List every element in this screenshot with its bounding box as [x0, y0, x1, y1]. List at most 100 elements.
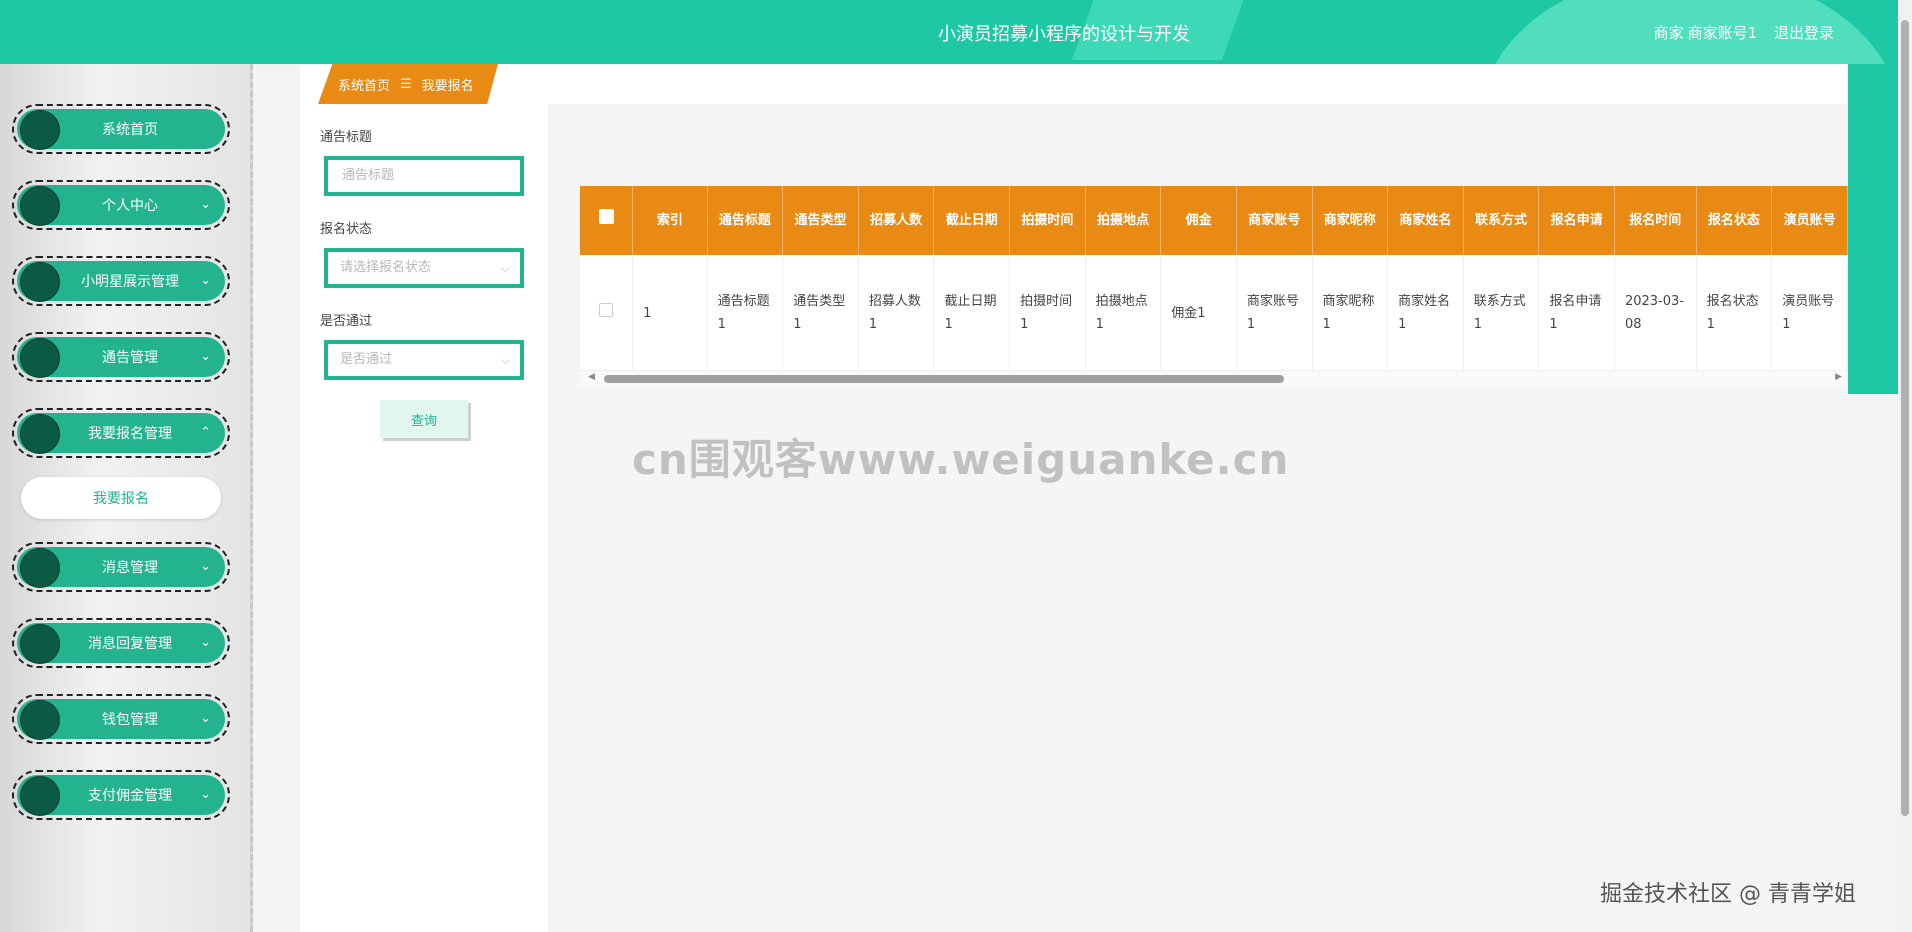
page-scrollbar-thumb[interactable]: [1901, 20, 1909, 816]
chevron-up-icon: ⌃: [200, 425, 211, 440]
sidebar-item[interactable]: 消息回复管理 ⌄: [12, 618, 230, 668]
sidebar-item[interactable]: 通告管理 ⌄: [12, 332, 230, 382]
column-header[interactable]: 商家账号: [1236, 186, 1313, 255]
row-checkbox[interactable]: [599, 302, 614, 317]
menu-circle-icon: [20, 700, 60, 740]
status-filter-select[interactable]: 请选择报名状态 ⌵: [324, 248, 524, 288]
menu-circle-icon: [20, 262, 60, 302]
column-header[interactable]: 联系方式: [1463, 186, 1540, 255]
sidebar-item-label: 我要报名管理: [88, 426, 172, 442]
sidebar-item-body[interactable]: 消息回复管理 ⌄: [17, 623, 225, 664]
logout-link[interactable]: 退出登录: [1774, 24, 1834, 42]
sidebar-item-body[interactable]: 钱包管理 ⌄: [17, 699, 225, 740]
sidebar-item[interactable]: 钱包管理 ⌄: [12, 694, 230, 744]
sidebar-item[interactable]: 支付佣金管理 ⌄: [12, 770, 230, 820]
title-filter-input[interactable]: [340, 167, 514, 184]
chevron-down-icon: ⌄: [200, 559, 211, 574]
table-cell: 联系方式1: [1463, 255, 1540, 372]
breadcrumb: 系统首页 ☰ 我要报名: [318, 64, 498, 104]
app-title: 小演员招募小程序的设计与开发: [938, 24, 1190, 45]
sidebar-item-body[interactable]: 个人中心 ⌄: [17, 185, 225, 226]
sidebar-item[interactable]: 个人中心 ⌄: [12, 180, 230, 230]
column-header[interactable]: 报名时间: [1614, 186, 1697, 255]
select-all-header: [580, 186, 634, 255]
table-cell: 演员账号1: [1771, 255, 1848, 372]
sidebar-item-label: 消息管理: [102, 560, 158, 576]
sidebar-item-label: 小明星展示管理: [81, 274, 179, 290]
breadcrumb-bar: [300, 64, 1848, 104]
row-select-cell: [580, 255, 634, 372]
column-header[interactable]: 截止日期: [933, 186, 1011, 255]
sidebar-item-body[interactable]: 我要报名管理 ⌃: [17, 413, 225, 454]
table-cell: 商家姓名1: [1387, 255, 1464, 372]
sidebar-item-label: 系统首页: [102, 122, 158, 138]
query-button[interactable]: 查询: [380, 400, 468, 438]
user-account: 商家账号1: [1687, 24, 1758, 42]
column-header[interactable]: 佣金: [1160, 186, 1237, 255]
chevron-down-icon: ⌄: [200, 787, 211, 802]
table-cell: 截止日期1: [933, 255, 1011, 372]
menu-circle-icon: [20, 776, 60, 816]
sidebar-item-body[interactable]: 系统首页: [17, 109, 225, 150]
sidebar-item-body[interactable]: 小明星展示管理 ⌄: [17, 261, 225, 302]
table-row[interactable]: 1 通告标题1 通告类型1 招募人数1 截止日期1 拍摄时间1 拍摄地点1 佣金1 商家账号1 商…: [580, 255, 1848, 372]
status-filter-label: 报名状态: [320, 222, 373, 237]
sidebar-item[interactable]: 小明星展示管理 ⌄: [12, 256, 230, 306]
sidebar-item-label: 钱包管理: [102, 712, 158, 728]
sidebar-item-label: 通告管理: [102, 350, 158, 366]
sidebar-item[interactable]: 我要报名管理 ⌃: [12, 408, 230, 458]
menu-circle-icon: [20, 338, 60, 378]
scroll-left-icon[interactable]: ◀: [588, 372, 595, 382]
watermark-center: cn围观客www.weiguanke.cn: [632, 435, 1290, 484]
chevron-down-icon: ⌄: [200, 635, 211, 650]
column-header[interactable]: 报名状态: [1696, 186, 1773, 255]
column-header[interactable]: 商家昵称: [1312, 186, 1389, 255]
table-cell: 2023-03-08: [1614, 255, 1697, 372]
column-header[interactable]: 拍摄地点: [1085, 186, 1162, 255]
select-all-checkbox[interactable]: [598, 209, 614, 224]
column-header[interactable]: 演员账号: [1771, 186, 1848, 255]
column-header[interactable]: 招募人数: [858, 186, 935, 255]
table-cell: 拍摄地点1: [1085, 255, 1162, 372]
column-header[interactable]: 商家姓名: [1387, 186, 1464, 255]
status-filter-placeholder: 请选择报名状态: [340, 260, 432, 275]
table-cell: 佣金1: [1160, 255, 1237, 372]
watermark-corner: 掘金技术社区 @ 青青学姐: [1600, 882, 1856, 907]
column-header[interactable]: 通告标题: [707, 186, 784, 255]
sidebar-item[interactable]: 消息管理 ⌄: [12, 542, 230, 592]
chevron-down-icon: ⌄: [200, 197, 211, 212]
sidebar-item[interactable]: 系统首页: [12, 104, 230, 154]
table-cell: 1: [632, 255, 708, 372]
column-header[interactable]: 通告类型: [782, 186, 859, 255]
title-filter-label: 通告标题: [320, 130, 373, 145]
breadcrumb-separator-icon: ☰: [400, 76, 412, 92]
sidebar-item-body[interactable]: 通告管理 ⌄: [17, 337, 225, 378]
scroll-right-icon[interactable]: ▶: [1835, 372, 1842, 382]
menu-circle-icon: [20, 110, 60, 150]
sidebar-item-label: 个人中心: [102, 198, 158, 214]
sidebar-item-label: 支付佣金管理: [88, 788, 172, 804]
pass-filter-label: 是否通过: [320, 314, 373, 329]
menu-circle-icon: [20, 186, 60, 226]
title-filter-field[interactable]: [324, 156, 524, 196]
chevron-down-icon: ⌄: [200, 349, 211, 364]
sidebar-subitem-signup[interactable]: 我要报名: [21, 477, 221, 519]
table-cell: 商家账号1: [1236, 255, 1313, 372]
column-header[interactable]: 索引: [632, 186, 708, 255]
menu-circle-icon: [20, 624, 60, 664]
column-header[interactable]: 报名申请: [1538, 186, 1615, 255]
table-cell: 招募人数1: [858, 255, 935, 372]
sidebar-item-body[interactable]: 消息管理 ⌄: [17, 547, 225, 588]
pass-filter-select[interactable]: 是否通过 ⌵: [324, 340, 524, 380]
table-cell: 拍摄时间1: [1009, 255, 1086, 372]
table-cell: 通告标题1: [707, 255, 784, 372]
breadcrumb-home[interactable]: 系统首页: [338, 75, 390, 94]
chevron-down-icon: ⌄: [200, 711, 211, 726]
table-scrollbar-thumb[interactable]: [604, 375, 1284, 383]
table-cell: 商家昵称1: [1312, 255, 1389, 372]
chevron-down-icon: ⌵: [500, 353, 510, 367]
breadcrumb-current: 我要报名: [421, 78, 474, 94]
sidebar-item-body[interactable]: 支付佣金管理 ⌄: [17, 775, 225, 816]
table-horizontal-scrollbar[interactable]: ◀ ▶: [580, 370, 1848, 386]
column-header[interactable]: 拍摄时间: [1009, 186, 1086, 255]
